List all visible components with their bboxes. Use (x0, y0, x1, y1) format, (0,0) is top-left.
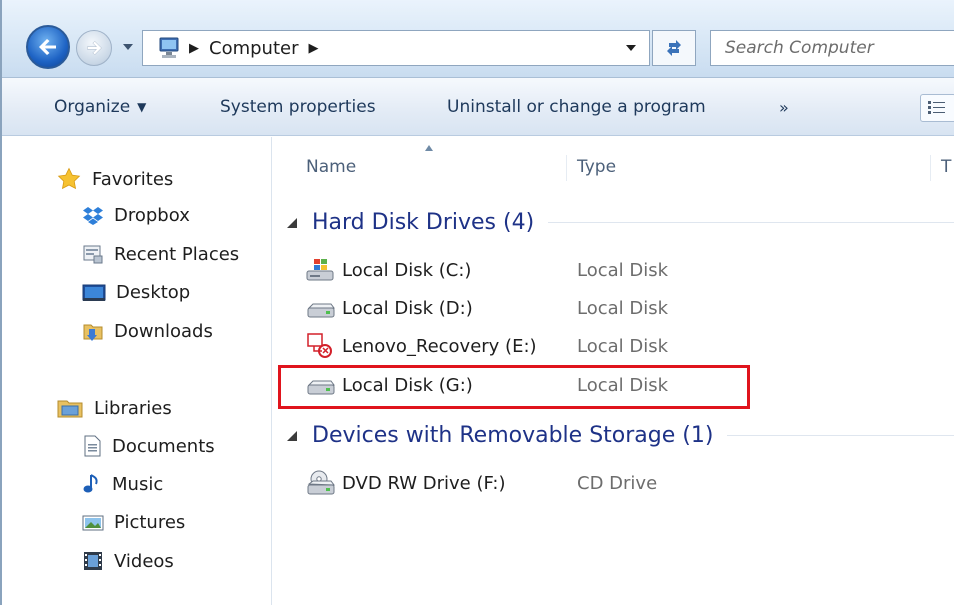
forward-button[interactable] (76, 30, 112, 66)
drive-name: DVD RW Drive (F:) (342, 472, 506, 494)
address-bar: ▶ Computer ▶ (2, 0, 954, 78)
recovery-drive-icon (307, 333, 332, 358)
group-hard-disk-drives-label: Hard Disk Drives (4) (312, 210, 535, 235)
music-note-icon (83, 474, 98, 493)
nav-recent-places-label: Recent Places (114, 243, 240, 265)
group-removable-storage-label: Devices with Removable Storage (1) (312, 423, 714, 448)
system-properties-button[interactable]: System properties (220, 94, 376, 120)
nav-pictures-label: Pictures (114, 512, 186, 533)
nav-libraries[interactable]: Libraries (56, 397, 172, 419)
breadcrumb-computer[interactable]: Computer (209, 38, 298, 59)
navigation-pane: Favorites Dropbox Recent Places Desktop … (2, 137, 272, 605)
collapse-triangle-icon[interactable] (286, 430, 298, 442)
column-header-total-size[interactable]: T (941, 157, 951, 177)
drive-type: Local Disk (577, 335, 669, 357)
drive-type: Local Disk (577, 374, 669, 396)
documents-icon (84, 435, 101, 457)
address-dropdown-icon[interactable] (625, 42, 637, 54)
search-input[interactable] (723, 37, 953, 59)
explorer-window: ▶ Computer ▶ Organize ▼ System propertie… (0, 0, 954, 605)
column-separator[interactable] (930, 155, 931, 181)
group-divider (727, 435, 954, 436)
desktop-icon (82, 284, 106, 301)
nav-videos[interactable]: Videos (82, 550, 174, 572)
nav-downloads-label: Downloads (114, 320, 213, 342)
nav-music-label: Music (112, 473, 164, 495)
computer-icon (159, 37, 179, 58)
organize-label: Organize (54, 97, 131, 117)
nav-desktop[interactable]: Desktop (82, 282, 190, 303)
drive-row[interactable]: Local Disk (D:) Local Disk (306, 292, 946, 324)
drive-name: Local Disk (C:) (342, 259, 472, 281)
collapse-triangle-icon[interactable] (286, 217, 298, 229)
refresh-button[interactable] (652, 30, 696, 66)
group-divider (548, 222, 954, 223)
nav-documents[interactable]: Documents (82, 435, 215, 457)
refresh-icon (667, 40, 681, 56)
dropbox-icon (83, 206, 103, 225)
nav-favorites-label: Favorites (92, 168, 174, 190)
nav-music[interactable]: Music (82, 473, 163, 495)
dvd-drive-icon (307, 470, 336, 495)
column-header-name[interactable]: Name (306, 157, 356, 177)
nav-libraries-label: Libraries (94, 397, 172, 419)
command-bar: Organize ▼ System properties Uninstall o… (2, 78, 954, 136)
hard-drive-icon (307, 303, 335, 318)
chevron-down-icon: ▼ (137, 100, 147, 114)
column-separator[interactable] (566, 155, 567, 181)
nav-downloads[interactable]: Downloads (82, 320, 213, 342)
nav-favorites[interactable]: Favorites (56, 167, 173, 191)
address-field[interactable]: ▶ Computer ▶ (142, 30, 650, 66)
chevron-down-icon (123, 44, 133, 50)
nav-videos-label: Videos (114, 550, 174, 572)
drive-row[interactable]: DVD RW Drive (F:) CD Drive (306, 467, 946, 499)
hard-drive-icon (307, 380, 335, 395)
arrow-left-icon (39, 39, 56, 55)
column-name-label: Name (306, 157, 357, 177)
drive-type: Local Disk (577, 259, 669, 281)
column-header-type[interactable]: Type (577, 157, 616, 177)
nav-pictures[interactable]: Pictures (82, 512, 185, 533)
sort-ascending-icon (425, 145, 433, 151)
back-button[interactable] (26, 25, 70, 69)
star-icon (57, 167, 81, 190)
nav-dropbox-label: Dropbox (114, 205, 190, 226)
drive-name: Local Disk (D:) (342, 297, 473, 319)
content-pane: Name Type T Hard Disk Drives (4) Local D… (274, 137, 954, 605)
recent-pages-button[interactable] (120, 36, 136, 58)
windows-drive-icon (306, 259, 334, 281)
pictures-icon (82, 515, 104, 530)
recent-places-icon (83, 245, 103, 264)
change-view-button[interactable] (920, 94, 954, 122)
nav-recent-places[interactable]: Recent Places (82, 243, 239, 265)
drive-name: Lenovo_Recovery (E:) (342, 335, 537, 357)
details-view-icon (928, 101, 945, 114)
more-commands-button[interactable]: » (779, 94, 789, 120)
downloads-folder-icon (83, 324, 103, 341)
breadcrumb-separator-icon[interactable]: ▶ (189, 41, 199, 56)
search-box[interactable] (710, 30, 954, 66)
uninstall-program-button[interactable]: Uninstall or change a program (447, 94, 706, 120)
column-total-size-label: T (941, 157, 952, 177)
column-type-label: Type (577, 157, 617, 177)
arrow-right-icon (87, 40, 102, 56)
drive-type: Local Disk (577, 297, 669, 319)
group-hard-disk-drives[interactable]: Hard Disk Drives (4) (286, 210, 954, 235)
drive-row[interactable]: Lenovo_Recovery (E:) Local Disk (306, 330, 946, 362)
nav-desktop-label: Desktop (116, 282, 191, 303)
nav-dropbox[interactable]: Dropbox (82, 205, 190, 226)
breadcrumb-separator-icon[interactable]: ▶ (308, 41, 318, 56)
libraries-icon (57, 400, 83, 418)
drive-name: Local Disk (G:) (342, 374, 473, 396)
organize-menu-button[interactable]: Organize ▼ (54, 94, 146, 120)
videos-icon (84, 552, 102, 570)
drive-row[interactable]: Local Disk (G:) Local Disk (306, 369, 946, 401)
group-removable-storage[interactable]: Devices with Removable Storage (1) (286, 423, 954, 448)
drive-type: CD Drive (577, 472, 658, 494)
drive-row[interactable]: Local Disk (C:) Local Disk (306, 254, 946, 286)
nav-documents-label: Documents (112, 435, 215, 457)
